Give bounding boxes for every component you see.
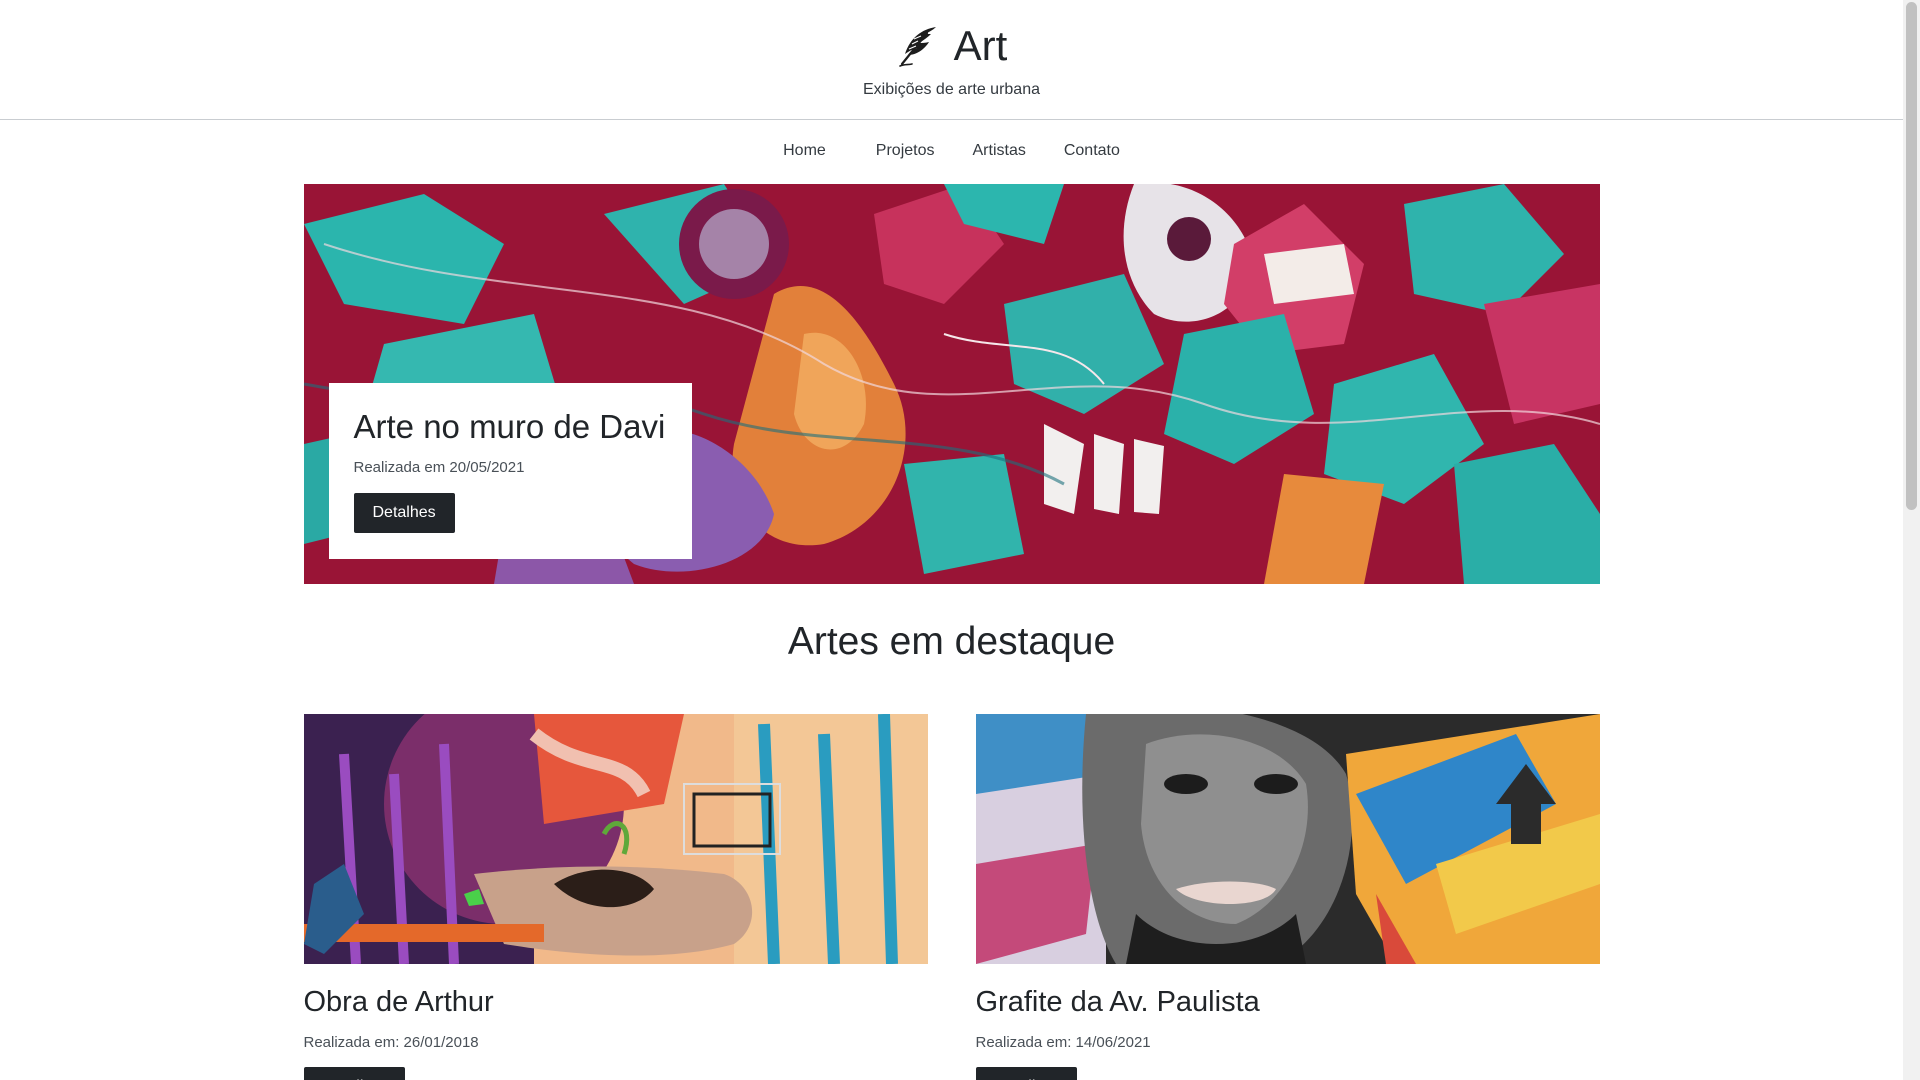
featured-card: Obra de Arthur Realizada em: 26/01/2018 … (303, 714, 928, 1080)
hero-date: Realizada em 20/05/2021 (353, 459, 525, 476)
nav-link-home[interactable]: Home (777, 142, 832, 184)
nav-link-contato[interactable]: Contato (1058, 142, 1126, 184)
card-title: Obra de Arthur (303, 986, 494, 1018)
card-date: Realizada em: 14/06/2021 (975, 1034, 1151, 1051)
site-title[interactable]: Art (954, 22, 1008, 70)
site-header: Art Exibições de arte urbana (0, 0, 1903, 120)
hero-banner: Arte no muro de Davi Realizada em 20/05/… (303, 184, 1600, 584)
nav-link-projetos[interactable]: Projetos (870, 142, 941, 184)
featured-section-title: Artes em destaque (787, 620, 1116, 663)
card-date: Realizada em: 26/01/2018 (303, 1034, 479, 1051)
nav-link-artistas[interactable]: Artistas (967, 142, 1032, 184)
card-image[interactable] (303, 714, 928, 964)
hero-title: Arte no muro de Davi (353, 408, 666, 445)
scrollbar-thumb[interactable] (1906, 2, 1917, 510)
feather-icon (896, 24, 940, 68)
featured-card: Grafite da Av. Paulista Realizada em: 14… (975, 714, 1600, 1080)
vertical-scrollbar[interactable] (1903, 0, 1920, 1080)
page: Art Exibições de arte urbana Home Projet… (0, 0, 1903, 1080)
card-1-mural-image (303, 714, 928, 964)
featured-cards: Obra de Arthur Realizada em: 26/01/2018 … (303, 714, 1600, 1080)
hero-details-button[interactable]: Detalhes (353, 493, 455, 533)
card-2-portrait-mural-image (975, 714, 1600, 964)
card-details-button[interactable]: Detalhes (975, 1067, 1077, 1080)
card-details-button[interactable]: Detalhes (303, 1067, 405, 1080)
main-nav: Home Projetos Artistas Contato (0, 120, 1903, 184)
site-tagline: Exibições de arte urbana (863, 81, 1040, 98)
card-title: Grafite da Av. Paulista (975, 986, 1260, 1018)
card-image[interactable] (975, 714, 1600, 964)
brand[interactable]: Art (896, 22, 1008, 70)
hero-card: Arte no muro de Davi Realizada em 20/05/… (328, 383, 692, 559)
